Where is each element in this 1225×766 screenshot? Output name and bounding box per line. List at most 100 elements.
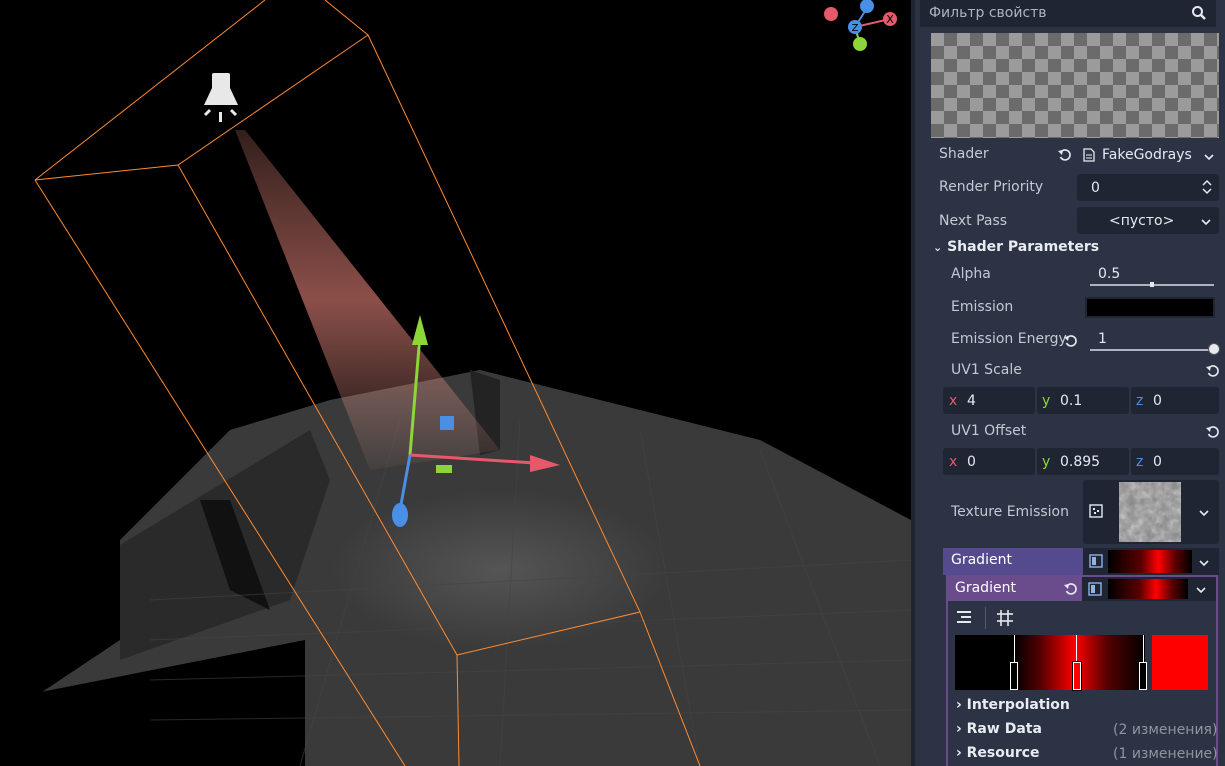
resource-label: Resource [966, 745, 1040, 761]
axis-x-label: x [949, 454, 958, 470]
gradient-subresource-row[interactable]: Gradient [948, 577, 1082, 601]
next-pass-value: <пусто> [1109, 213, 1175, 229]
raw-data-section[interactable]: › Raw Data [956, 721, 1042, 737]
uv1-offset-reset-icon[interactable] [1206, 425, 1220, 439]
uv1-offset-y-field[interactable]: y 0.895 [1037, 448, 1129, 475]
raw-data-hint: (2 изменения) [1113, 722, 1218, 738]
axis-x-label: X [886, 13, 894, 26]
gradient-texture-icon [1089, 554, 1103, 568]
shader-resource-picker[interactable]: FakeGodrays [1080, 142, 1218, 169]
axis-gizmo[interactable]: Z X [820, 0, 900, 60]
scene-render [0, 0, 911, 766]
uv1-offset-x-value: 0 [967, 454, 976, 470]
axis-y-label: y [1042, 393, 1051, 409]
uv1-scale-reset-icon[interactable] [1206, 364, 1220, 378]
3d-viewport[interactable]: Z X [0, 0, 911, 766]
emission-energy-track [1090, 349, 1214, 351]
chevron-right-icon: › [956, 721, 962, 737]
texture-emission-picker[interactable] [1083, 480, 1219, 544]
filter-placeholder: Фильтр свойств [929, 5, 1047, 21]
uv1-offset-y-value: 0.895 [1060, 454, 1101, 470]
chevron-down-icon: ⌄ [933, 241, 943, 254]
selected-stop-color[interactable] [1152, 635, 1208, 690]
alpha-label: Alpha [951, 266, 991, 282]
gradient-icon [1088, 582, 1102, 596]
uv1-scale-x-field[interactable]: x 4 [943, 387, 1035, 414]
shader-file-icon [1083, 148, 1095, 162]
uv1-scale-y-field[interactable]: y 0.1 [1037, 387, 1129, 414]
property-filter-input[interactable]: Фильтр свойств [920, 0, 1216, 27]
uv1-scale-x-value: 4 [967, 393, 976, 409]
gradient-stop-handle[interactable] [1139, 662, 1147, 690]
gradient-inner-label: Gradient [955, 580, 1016, 596]
axis-z-label: z [1136, 393, 1144, 409]
alpha-slider-grabber[interactable] [1150, 282, 1154, 287]
grid-snap-icon[interactable] [995, 608, 1015, 628]
gradient-inner-preview [1108, 579, 1188, 599]
uv1-scale-z-value: 0 [1153, 393, 1162, 409]
uv1-scale-y-value: 0.1 [1060, 393, 1083, 409]
axis-neg-x-dot [824, 7, 838, 21]
spotlight-icon [203, 73, 238, 122]
emission-label: Emission [951, 299, 1014, 315]
uv1-scale-label: UV1 Scale [951, 362, 1022, 378]
chevron-down-icon[interactable] [1199, 558, 1209, 568]
axis-y-dot [853, 37, 867, 51]
render-priority-value: 0 [1091, 180, 1100, 196]
axis-y-label: y [1042, 454, 1051, 470]
interpolation-label: Interpolation [966, 697, 1070, 713]
uv1-offset-z-field[interactable]: z 0 [1131, 448, 1219, 475]
resource-hint: (1 изменение) [1113, 746, 1218, 762]
render-priority-spinbox[interactable]: 0 [1077, 174, 1219, 201]
texture-emission-label: Texture Emission [951, 504, 1069, 520]
resource-section[interactable]: › Resource [956, 745, 1040, 761]
uv1-offset-z-value: 0 [1153, 454, 1162, 470]
emission-energy-grabber[interactable] [1208, 343, 1220, 355]
gradient-outer-picker[interactable] [1083, 548, 1219, 575]
gradient-stop-handle[interactable] [1010, 662, 1018, 690]
gradient-stop-handle-selected[interactable] [1072, 661, 1082, 691]
shader-parameters-section[interactable]: ⌄ Shader Parameters [933, 239, 1099, 255]
emission-energy-reset-icon[interactable] [1064, 334, 1078, 348]
axis-z-pos-dot [860, 0, 874, 13]
noise-texture-thumbnail [1119, 482, 1181, 542]
chevron-down-icon[interactable] [1201, 217, 1211, 227]
shader-value: FakeGodrays [1102, 147, 1192, 163]
section-title: Shader Parameters [947, 239, 1100, 255]
chevron-right-icon: › [956, 697, 962, 713]
material-preview [931, 33, 1219, 138]
next-pass-picker[interactable]: <пусто> [1077, 207, 1219, 234]
spin-arrows-icon[interactable] [1202, 179, 1212, 195]
axis-z-label: Z [852, 23, 859, 34]
axis-x-label: x [949, 393, 958, 409]
uv1-offset-label: UV1 Offset [951, 423, 1027, 439]
chevron-down-icon[interactable] [1199, 508, 1209, 518]
next-pass-label: Next Pass [939, 213, 1008, 229]
gradient-reset-icon[interactable] [1064, 582, 1078, 596]
search-icon [1192, 6, 1206, 20]
gradient-outer-label: Gradient [951, 552, 1012, 568]
shader-label: Shader [939, 146, 989, 162]
panel-splitter[interactable] [911, 0, 915, 766]
gradient-inner-picker[interactable] [1082, 577, 1216, 601]
interpolation-section[interactable]: › Interpolation [956, 697, 1070, 713]
chevron-down-icon[interactable] [1196, 585, 1206, 595]
gradient-property-row[interactable]: Gradient [943, 548, 1083, 575]
gradient-outer-preview [1108, 550, 1192, 573]
emission-energy-label: Emission Energy [951, 331, 1067, 347]
alpha-slider[interactable]: 0.5 [1084, 262, 1219, 289]
axis-z-label: z [1136, 454, 1144, 470]
shader-reset-icon[interactable] [1058, 148, 1072, 162]
chevron-down-icon[interactable] [1204, 152, 1214, 162]
chevron-right-icon: › [956, 745, 962, 761]
raw-data-label: Raw Data [966, 721, 1042, 737]
emission-energy-slider[interactable]: 1 [1084, 327, 1220, 355]
reverse-gradient-icon[interactable] [955, 609, 975, 627]
alpha-value: 0.5 [1098, 266, 1121, 282]
gradient-editor-bar[interactable] [955, 635, 1147, 691]
uv1-scale-z-field[interactable]: z 0 [1131, 387, 1219, 414]
uv1-offset-x-field[interactable]: x 0 [943, 448, 1035, 475]
noise-texture-icon [1089, 504, 1103, 518]
emission-color-picker[interactable] [1085, 297, 1215, 318]
emission-energy-value: 1 [1098, 331, 1107, 347]
